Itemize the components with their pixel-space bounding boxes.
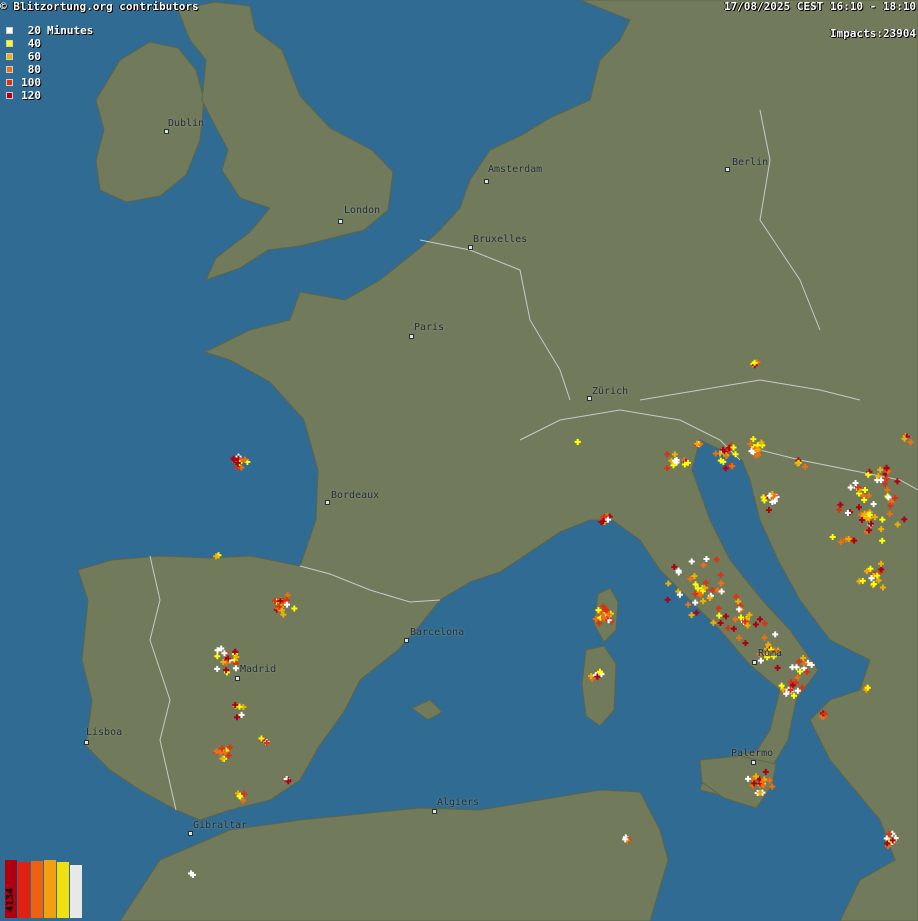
legend-swatch [6, 66, 13, 73]
city-label-berlin: Berlin [732, 157, 769, 168]
legend-age: 20 [27, 24, 41, 37]
city-label-algiers: Algiers [437, 797, 480, 808]
city-label-bordeaux: Bordeaux [331, 490, 380, 501]
city-label-lisboa: Lisboa [86, 727, 123, 738]
legend-swatch [6, 92, 13, 99]
legend-swatch [6, 27, 13, 34]
legend-swatch [6, 40, 13, 47]
legend-row-40: 40 [6, 37, 93, 50]
legend-age: 40 [27, 37, 41, 50]
legend-row-80: 80 [6, 63, 93, 76]
legend-unit: Minutes [47, 24, 94, 37]
city-dot-barcelona [404, 638, 409, 643]
city-dot-amsterdam [484, 179, 489, 184]
bar-40 [57, 862, 69, 918]
legend-row-20: 20 Minutes [6, 24, 93, 37]
city-label-amsterdam: Amsterdam [488, 164, 543, 175]
city-dot-madrid [235, 676, 240, 681]
bar-100 [18, 862, 30, 918]
city-dot-berlin [725, 167, 730, 172]
city-label-roma: Roma [758, 648, 783, 659]
bar-80 [31, 861, 43, 918]
city-label-palermo: Palermo [731, 748, 774, 759]
city-label-zurich: Zürich [592, 386, 629, 397]
bar-20 [70, 865, 82, 918]
city-label-barcelona: Barcelona [410, 627, 465, 638]
city-label-paris: Paris [414, 322, 445, 333]
legend-age: 80 [27, 63, 41, 76]
city-label-madrid: Madrid [240, 664, 277, 675]
legend-swatch [6, 53, 13, 60]
city-dot-paris [409, 334, 414, 339]
city-dot-lisboa [84, 740, 89, 745]
legend-age: 100 [21, 76, 41, 89]
land-sardinia [581, 645, 617, 727]
city-label-dublin: Dublin [168, 118, 205, 129]
city-dot-roma [752, 660, 757, 665]
city-dot-bruxelles [468, 245, 473, 250]
strike-counter: 4134 [5, 888, 16, 912]
legend-age: 60 [27, 50, 41, 63]
legend-swatch [6, 79, 13, 86]
city-dot-palermo [751, 760, 756, 765]
counter-value: 4134 [5, 888, 16, 912]
legend-age: 120 [21, 89, 41, 102]
city-dot-london [338, 219, 343, 224]
city-label-london: London [344, 205, 381, 216]
time-range: 17/08/2025 CEST 16:10 - 18:10 [723, 0, 916, 13]
city-label-bruxelles: Bruxelles [473, 234, 528, 245]
legend-row-60: 60 [6, 50, 93, 63]
city-dot-gibraltar [188, 831, 193, 836]
map-canvas[interactable] [0, 0, 918, 921]
city-label-gibraltar: Gibraltar [193, 820, 248, 831]
legend-row-120: 120 [6, 89, 93, 102]
impact-count: Impacts:23904 [829, 27, 916, 40]
legend-row-100: 100 [6, 76, 93, 89]
city-dot-bordeaux [325, 500, 330, 505]
age-legend: 20 Minutes 40 60 80 100 120 [6, 24, 93, 102]
map-credit: © Blitzortung.org contributors [0, 0, 199, 13]
city-dot-algiers [432, 809, 437, 814]
city-dot-dublin [164, 129, 169, 134]
bar-60 [44, 860, 56, 918]
